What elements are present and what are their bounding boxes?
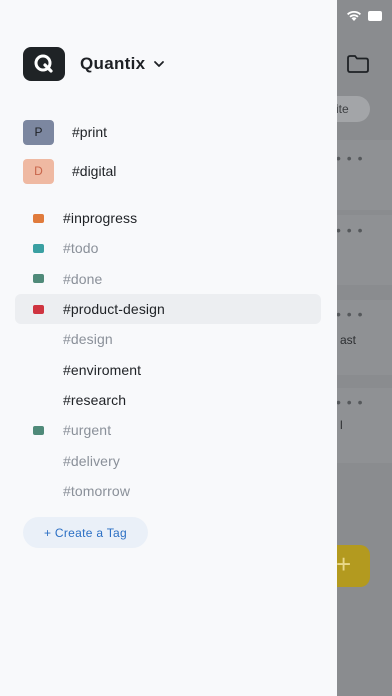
battery-icon bbox=[368, 11, 382, 21]
tag-item[interactable]: #tomorrow bbox=[15, 476, 321, 506]
tag-label: #todo bbox=[63, 240, 99, 257]
tag-label: #design bbox=[63, 331, 113, 348]
background-card-text: l bbox=[340, 418, 343, 432]
tag-item[interactable]: #research bbox=[15, 385, 321, 415]
tag-color-swatch bbox=[33, 304, 44, 314]
tag-label: #enviroment bbox=[63, 361, 142, 378]
tag-color-swatch bbox=[33, 243, 44, 253]
workspace-item-digital[interactable]: D #digital bbox=[23, 158, 116, 184]
tag-list: #inprogress #todo #done #product-design #des… bbox=[15, 203, 321, 506]
more-icon[interactable]: • • • bbox=[336, 222, 363, 238]
workspace-label: #print bbox=[72, 124, 108, 140]
more-icon[interactable]: • • • bbox=[336, 394, 363, 410]
tag-item[interactable]: #inprogress bbox=[15, 203, 321, 233]
tag-item[interactable]: #product-design bbox=[15, 293, 321, 325]
tag-label: #inprogress bbox=[63, 210, 138, 227]
tag-item[interactable]: #done bbox=[15, 264, 321, 294]
more-icon[interactable]: • • • bbox=[336, 150, 363, 166]
side-drawer: Quantix P #print D #digital #inprogress #… bbox=[0, 0, 337, 696]
workspace-switcher[interactable]: Quantix bbox=[23, 47, 165, 81]
tag-label: #product-design bbox=[63, 301, 165, 318]
tag-item[interactable]: #design bbox=[15, 324, 321, 354]
tag-item[interactable]: #todo bbox=[15, 233, 321, 263]
folder-icon[interactable] bbox=[346, 54, 370, 74]
background-card-text: ast bbox=[340, 333, 357, 347]
workspace-avatar: D bbox=[23, 158, 54, 184]
more-icon[interactable]: • • • bbox=[336, 306, 363, 322]
tag-label: #done bbox=[63, 270, 103, 287]
tag-label: #urgent bbox=[63, 422, 112, 439]
tag-label: #delivery bbox=[63, 452, 120, 469]
tag-item[interactable]: #enviroment bbox=[15, 354, 321, 384]
chevron-down-icon bbox=[153, 58, 165, 70]
create-tag-button[interactable]: + Create a Tag bbox=[23, 517, 148, 548]
tag-label: #tomorrow bbox=[63, 482, 131, 499]
app-name: Quantix bbox=[80, 54, 146, 73]
app-logo bbox=[23, 47, 65, 81]
app-screen: ite • • • • • • • • • ast • • • l + Quan… bbox=[0, 0, 392, 696]
workspace-label: #digital bbox=[72, 163, 117, 179]
workspace-item-print[interactable]: P #print bbox=[23, 119, 107, 145]
tag-label: #research bbox=[63, 391, 127, 408]
workspace-avatar: P bbox=[23, 119, 54, 145]
tag-item[interactable]: #delivery bbox=[15, 445, 321, 475]
tag-color-swatch bbox=[33, 213, 44, 223]
tag-item[interactable]: #urgent bbox=[15, 415, 321, 445]
status-bar bbox=[346, 10, 382, 22]
tag-color-swatch bbox=[33, 274, 44, 284]
quantix-logo-icon bbox=[34, 54, 53, 73]
wifi-icon bbox=[347, 10, 361, 21]
tag-color-swatch bbox=[33, 425, 44, 435]
